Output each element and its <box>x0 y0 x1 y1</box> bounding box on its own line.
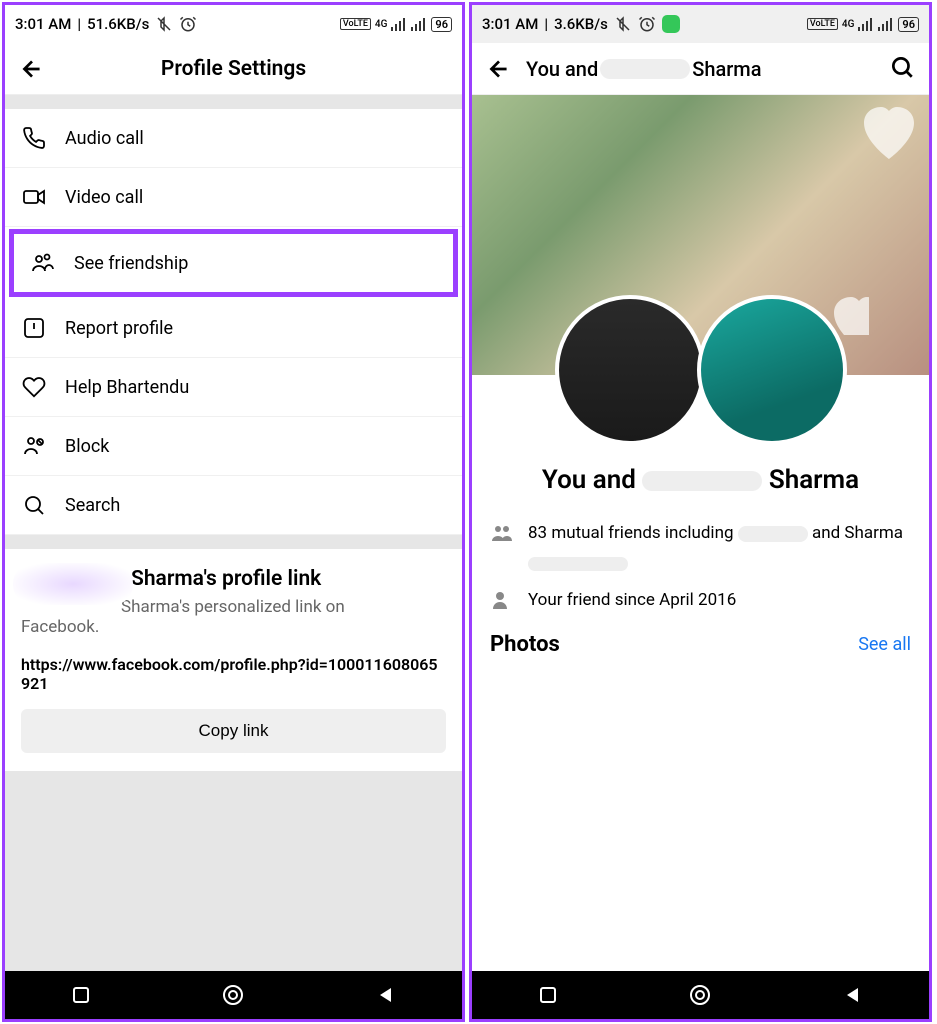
menu-search[interactable]: Search <box>5 476 462 535</box>
menu-label: Search <box>65 495 120 516</box>
block-icon <box>21 433 47 459</box>
menu-label: See friendship <box>74 253 188 274</box>
back-button[interactable] <box>486 56 512 82</box>
nav-recent-button[interactable] <box>69 983 93 1007</box>
mutual-friends-text: 83 mutual friends including and Sharma <box>528 523 903 543</box>
nav-bar <box>5 971 462 1019</box>
header: You and Sharma <box>472 43 929 95</box>
menu-see-friendship[interactable]: See friendship <box>9 229 458 297</box>
menu-report-profile[interactable]: Report profile <box>5 299 462 358</box>
friendship-title: You and Sharma <box>486 465 915 495</box>
nav-home-button[interactable] <box>221 983 245 1007</box>
photo-grid[interactable] <box>472 665 929 971</box>
heart-overlay-icon <box>859 105 919 165</box>
profile-link-title: Sharma's profile link <box>131 567 446 591</box>
alarm-icon <box>638 15 656 33</box>
battery-indicator: 96 <box>431 17 452 32</box>
phone-left: 3:01 AM | 51.6KB/s VoLTE 4G 96 Prof <box>2 2 465 1022</box>
status-speed: 51.6KB/s <box>87 15 149 33</box>
status-bar: 3:01 AM | 3.6KB/s VoLTE 4G 96 <box>472 5 929 43</box>
alarm-icon <box>179 15 197 33</box>
signal-icon-2 <box>411 17 427 31</box>
avatar-you[interactable] <box>555 295 705 445</box>
profile-url: https://www.facebook.com/profile.php?id=… <box>21 655 446 693</box>
status-speed: 3.6KB/s <box>554 15 608 33</box>
avatar-friend[interactable] <box>697 295 847 445</box>
volte-icon: VoLTE <box>807 18 838 30</box>
menu-label: Audio call <box>65 128 144 149</box>
network-4g: 4G <box>375 19 388 30</box>
back-button[interactable] <box>19 56 45 82</box>
signal-icon <box>391 17 407 31</box>
signal-icon-2 <box>878 17 894 31</box>
avatars-row <box>472 295 929 445</box>
nav-home-button[interactable] <box>688 983 712 1007</box>
video-icon <box>21 184 47 210</box>
mute-icon <box>155 15 173 33</box>
redacted-name <box>528 557 628 571</box>
redacted-name <box>738 526 808 542</box>
menu-label: Block <box>65 436 109 457</box>
mutual-friends-row[interactable]: 83 mutual friends including and Sharma <box>472 513 929 553</box>
menu-block[interactable]: Block <box>5 417 462 476</box>
menu-help[interactable]: Help Bhartendu <box>5 358 462 417</box>
volte-icon: VoLTE <box>340 18 371 30</box>
page-title: You and Sharma <box>526 57 762 81</box>
profile-link-subtitle: Sharma's personalized link on <box>121 597 446 617</box>
app-icon <box>662 15 680 33</box>
page-title: Profile Settings <box>161 57 306 81</box>
status-time: 3:01 AM <box>482 15 538 33</box>
copy-link-button[interactable]: Copy link <box>21 709 446 753</box>
network-4g: 4G <box>842 19 855 30</box>
redacted-name <box>600 59 690 79</box>
menu-video-call[interactable]: Video call <box>5 168 462 227</box>
search-button[interactable] <box>889 54 915 84</box>
heart-icon <box>21 374 47 400</box>
menu-label: Help Bhartendu <box>65 377 189 398</box>
photos-header: Photos See all <box>472 620 929 665</box>
menu-list: Audio call Video call See friendship Rep… <box>5 109 462 535</box>
profile-link-subtitle2: Facebook. <box>21 617 446 637</box>
profile-link-section: Sharma's profile link Sharma's personali… <box>5 549 462 771</box>
search-icon <box>21 492 47 518</box>
menu-label: Report profile <box>65 318 173 339</box>
header: Profile Settings <box>5 43 462 95</box>
friendship-icon <box>30 250 56 276</box>
status-time: 3:01 AM <box>15 15 71 33</box>
separator <box>5 535 462 549</box>
see-all-link[interactable]: See all <box>858 634 911 655</box>
friend-since-row: Your friend since April 2016 <box>472 580 929 620</box>
report-icon <box>21 315 47 341</box>
friends-icon <box>490 521 514 545</box>
signal-icon <box>858 17 874 31</box>
menu-audio-call[interactable]: Audio call <box>5 109 462 168</box>
nav-recent-button[interactable] <box>536 983 560 1007</box>
empty-area <box>5 771 462 971</box>
nav-back-button[interactable] <box>374 983 398 1007</box>
friend-since-icon <box>490 588 514 612</box>
menu-label: Video call <box>65 187 143 208</box>
battery-indicator: 96 <box>898 17 919 32</box>
nav-bar <box>472 971 929 1019</box>
nav-back-button[interactable] <box>841 983 865 1007</box>
redacted-name <box>13 563 133 605</box>
friend-since-text: Your friend since April 2016 <box>528 590 736 610</box>
redacted-name <box>642 471 762 491</box>
separator <box>5 95 462 109</box>
phone-right: 3:01 AM | 3.6KB/s VoLTE 4G 96 <box>469 2 932 1022</box>
phone-icon <box>21 125 47 151</box>
mute-icon <box>614 15 632 33</box>
status-bar: 3:01 AM | 51.6KB/s VoLTE 4G 96 <box>5 5 462 43</box>
photos-title: Photos <box>490 632 560 657</box>
